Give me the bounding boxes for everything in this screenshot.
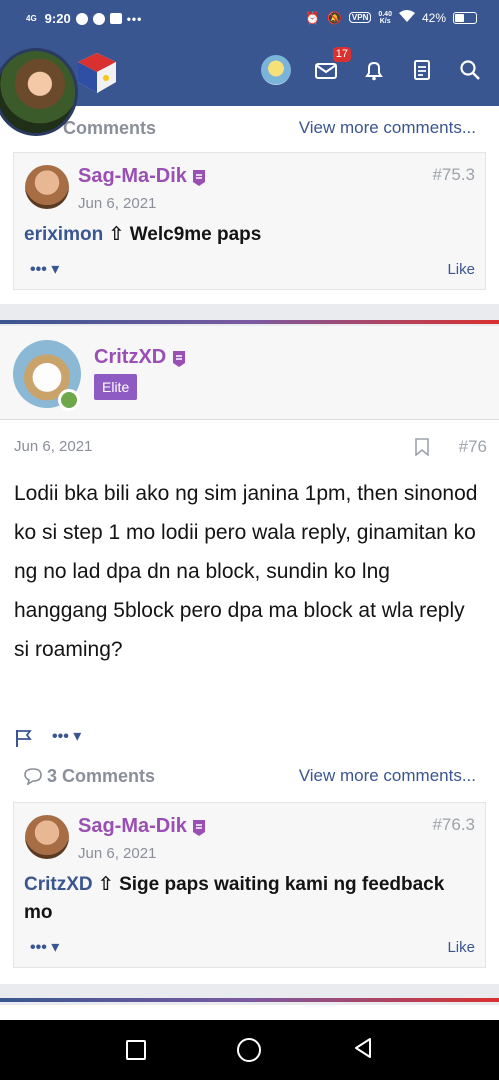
previous-post-comments: Comments View more comments... Sag-Ma-Di… <box>0 106 499 304</box>
bell-icon[interactable] <box>361 57 387 83</box>
comment-like-button[interactable]: Like <box>447 939 475 956</box>
reply-arrow-icon: ⇧ <box>97 874 114 895</box>
mute-icon: 🔕 <box>326 10 342 25</box>
recent-apps-button[interactable] <box>125 1040 146 1060</box>
quoted-user[interactable]: eriximon <box>24 224 103 245</box>
comments-header: 3 Comments View more comments... <box>13 756 486 796</box>
comment-item: Sag-Ma-Dik Jun 6, 2021 #76.3 CritzXD ⇧ S… <box>13 802 486 968</box>
vpn-indicator: VPN <box>348 12 372 23</box>
messenger-icon <box>92 12 105 25</box>
comment-text: CritzXD ⇧ Sige paps waiting kami ng feed… <box>24 874 445 923</box>
more-notifications-icon: ••• <box>126 11 143 26</box>
alarm-icon: ⏰ <box>304 10 320 25</box>
post-date[interactable]: Jun 6, 2021 <box>14 438 92 455</box>
comments-title: 3 Comments <box>13 766 155 787</box>
battery-percent: 42% <box>421 10 446 25</box>
post-divider <box>0 998 499 1002</box>
post-author-name[interactable]: CritzXD <box>94 346 187 369</box>
bookmark-icon[interactable] <box>415 438 429 457</box>
quoted-user[interactable]: CritzXD <box>24 874 93 895</box>
comment-author-name[interactable]: Sag-Ma-Dik <box>78 815 207 838</box>
comment-item: Sag-Ma-Dik Jun 6, 2021 #75.3 eriximon ⇧ … <box>13 152 486 290</box>
network-speed: 0.40 K/s <box>378 10 392 25</box>
home-button[interactable] <box>236 1038 261 1062</box>
site-logo[interactable] <box>74 50 120 96</box>
comment-text: eriximon ⇧ Welc9me paps <box>24 224 262 245</box>
back-button[interactable] <box>352 1037 374 1064</box>
comment-bubble-icon <box>24 768 42 785</box>
view-more-comments-link[interactable]: View more comments... <box>299 766 486 786</box>
comment-like-button[interactable]: Like <box>447 261 475 278</box>
network-indicator: 4G <box>26 13 37 23</box>
forum-post: CritzXD Elite Jun 6, 2021 #76 Lodii bka … <box>0 326 499 984</box>
post-options-menu[interactable]: ••• ▾ <box>52 726 81 746</box>
banner-icon <box>192 819 205 836</box>
user-role-badge: Elite <box>94 374 138 400</box>
comment-author-avatar[interactable] <box>25 165 69 209</box>
clock: 9:20 <box>44 11 71 26</box>
online-status-icon <box>58 389 80 411</box>
comment-author-name[interactable]: Sag-Ma-Dik <box>78 165 207 188</box>
inbox-icon[interactable]: 17 <box>313 47 351 83</box>
wifi-icon <box>398 10 415 25</box>
comment-number[interactable]: #75.3 <box>432 165 475 185</box>
status-bar: 4G 9:20 ••• ⏰ 🔕 VPN 0.40 K/s 42% <box>0 0 499 38</box>
comment-date[interactable]: Jun 6, 2021 <box>78 845 156 862</box>
whats-new-icon[interactable] <box>409 57 435 83</box>
messenger-icon <box>75 12 88 25</box>
gallery-icon <box>109 13 122 24</box>
comments-header: Comments View more comments... <box>13 108 486 148</box>
comment-author-avatar[interactable] <box>25 815 69 859</box>
comment-options-menu[interactable]: ••• ▾ <box>30 259 59 279</box>
reply-arrow-icon: ⇧ <box>108 224 125 245</box>
inbox-badge: 17 <box>332 47 351 62</box>
comment-options-menu[interactable]: ••• ▾ <box>30 937 59 957</box>
battery-icon <box>453 11 477 24</box>
post-header: CritzXD Elite <box>0 326 499 420</box>
post-divider <box>0 320 499 324</box>
banner-icon <box>192 169 205 186</box>
post-number[interactable]: #76 <box>459 437 487 457</box>
search-icon[interactable] <box>457 57 483 83</box>
report-flag-icon[interactable] <box>14 728 34 748</box>
banner-icon <box>173 350 186 367</box>
post-body: Lodii bka bili ako ng sim janina 1pm, th… <box>14 482 478 661</box>
account-avatar[interactable] <box>261 55 291 85</box>
comment-date[interactable]: Jun 6, 2021 <box>78 195 156 212</box>
system-navigation-bar <box>0 1020 499 1080</box>
view-more-comments-link[interactable]: View more comments... <box>299 118 486 138</box>
comment-number[interactable]: #76.3 <box>432 815 475 835</box>
